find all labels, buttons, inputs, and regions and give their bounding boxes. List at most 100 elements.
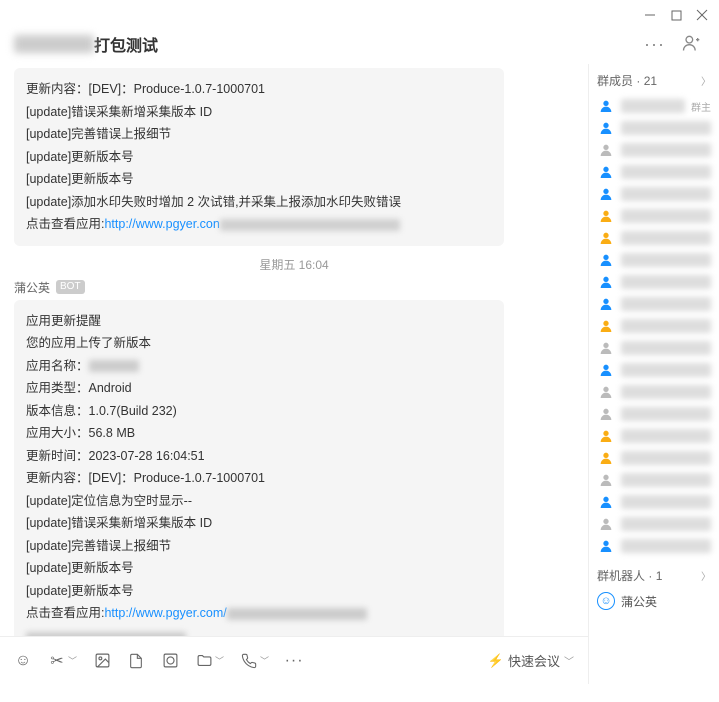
person-icon <box>597 273 615 291</box>
maximize-button[interactable] <box>669 8 683 22</box>
member-item[interactable] <box>597 359 711 381</box>
msg-line: [update]错误采集新增采集版本 ID <box>26 101 492 124</box>
member-item[interactable]: 群主 <box>597 95 711 117</box>
scissors-icon[interactable]: ✂ <box>48 652 66 670</box>
person-icon <box>597 229 615 247</box>
member-item[interactable] <box>597 491 711 513</box>
chevron-right-icon: 〉 <box>701 73 711 88</box>
member-name-hidden <box>621 187 711 201</box>
person-icon <box>597 449 615 467</box>
message-list: 更新内容：[DEV]：Produce-1.0.7-1000701 [update… <box>0 64 588 636</box>
person-icon <box>597 207 615 225</box>
emoji-icon[interactable]: ☺ <box>14 652 32 670</box>
person-icon <box>597 119 615 137</box>
member-item[interactable] <box>597 183 711 205</box>
member-item[interactable] <box>597 205 711 227</box>
member-item[interactable] <box>597 293 711 315</box>
chat-title: 打包测试 <box>14 32 158 56</box>
person-icon <box>597 383 615 401</box>
msg-field: 更新时间：2023-07-28 16:04:51 <box>26 445 492 468</box>
person-icon <box>597 97 615 115</box>
member-item[interactable] <box>597 249 711 271</box>
member-item[interactable] <box>597 117 711 139</box>
member-name-hidden <box>621 165 711 179</box>
bots-header[interactable]: 群机器人 · 1 〉 <box>597 567 711 584</box>
file-icon[interactable] <box>127 652 145 670</box>
member-name-hidden <box>621 121 711 135</box>
member-item[interactable] <box>597 271 711 293</box>
input-toolbar: ☺ ✂﹀ ﹀ ﹀ ··· ⚡快速会议﹀ <box>0 636 588 684</box>
more-tools-icon[interactable]: ··· <box>285 652 303 670</box>
member-name-hidden <box>621 143 711 157</box>
msg-field: 应用类型：Android <box>26 377 492 400</box>
member-item[interactable] <box>597 381 711 403</box>
member-name-hidden <box>621 363 711 377</box>
member-list: 群主 <box>597 95 711 557</box>
msg-line: [update]更新版本号 <box>26 557 492 580</box>
chevron-right-icon: 〉 <box>701 568 711 583</box>
member-name-hidden <box>621 209 711 223</box>
member-item[interactable] <box>597 139 711 161</box>
image-icon[interactable] <box>93 652 111 670</box>
add-user-icon[interactable] <box>681 33 701 56</box>
person-icon <box>597 361 615 379</box>
member-name-hidden <box>621 319 711 333</box>
close-button[interactable] <box>695 8 709 22</box>
person-icon <box>597 141 615 159</box>
header: 打包测试 ··· <box>0 30 719 64</box>
member-name-hidden <box>621 429 711 443</box>
person-icon <box>597 427 615 445</box>
person-icon <box>597 251 615 269</box>
member-name-hidden <box>621 517 711 531</box>
person-icon <box>597 339 615 357</box>
person-icon <box>597 515 615 533</box>
msg-field: 更新内容：[DEV]：Produce-1.0.7-1000701 <box>26 467 492 490</box>
time-separator: 星期五 16:04 <box>14 256 574 273</box>
person-icon <box>597 185 615 203</box>
app-link[interactable]: http://www.pgyer.con <box>104 217 219 231</box>
member-item[interactable] <box>597 447 711 469</box>
member-name-hidden <box>621 539 711 553</box>
person-icon <box>597 405 615 423</box>
owner-tag: 群主 <box>691 99 711 114</box>
titlebar <box>0 0 719 30</box>
minimize-button[interactable] <box>643 8 657 22</box>
quick-meeting-button[interactable]: ⚡快速会议﹀ <box>488 651 574 670</box>
msg-line-link: 点击查看应用:http://www.pgyer.con <box>26 213 492 236</box>
bot-item[interactable]: ☺ 蒲公英 <box>597 590 711 612</box>
member-item[interactable] <box>597 513 711 535</box>
member-item[interactable] <box>597 161 711 183</box>
msg-title: 应用更新提醒 <box>26 310 492 333</box>
member-item[interactable] <box>597 403 711 425</box>
members-header[interactable]: 群成员 · 21 〉 <box>597 72 711 89</box>
member-item[interactable] <box>597 337 711 359</box>
person-icon <box>597 317 615 335</box>
phone-icon[interactable] <box>240 652 258 670</box>
msg-line: [update]错误采集新增采集版本 ID <box>26 512 492 535</box>
member-item[interactable] <box>597 315 711 337</box>
sender-row: 蒲公英 BOT <box>14 279 574 296</box>
msg-line: [update]更新版本号 <box>26 168 492 191</box>
msg-line: [update]更新版本号 <box>26 580 492 603</box>
person-icon <box>597 471 615 489</box>
sidebar: 群成员 · 21 〉 群主 群机器人 · 1 〉 ☺ 蒲公英 <box>589 64 719 684</box>
sender-name: 蒲公英 <box>14 279 50 296</box>
member-item[interactable] <box>597 425 711 447</box>
msg-line: [update]完善错误上报细节 <box>26 123 492 146</box>
person-icon <box>597 493 615 511</box>
person-icon <box>597 537 615 555</box>
app-link[interactable]: http://www.pgyer.com/ <box>104 606 226 620</box>
bot-badge: BOT <box>56 280 85 294</box>
member-item[interactable] <box>597 469 711 491</box>
capture-icon[interactable] <box>161 652 179 670</box>
msg-hidden-line <box>26 625 492 637</box>
member-name-hidden <box>621 275 711 289</box>
msg-field: 版本信息：1.0.7(Build 232) <box>26 400 492 423</box>
message-bubble: 应用更新提醒 您的应用上传了新版本 应用名称： 应用类型：Android 版本信… <box>14 300 504 637</box>
member-item[interactable] <box>597 535 711 557</box>
folder-icon[interactable] <box>195 652 213 670</box>
member-name-hidden <box>621 385 711 399</box>
msg-line-link: 点击查看应用:http://www.pgyer.com/ <box>26 602 492 625</box>
member-item[interactable] <box>597 227 711 249</box>
more-icon[interactable]: ··· <box>644 34 665 55</box>
